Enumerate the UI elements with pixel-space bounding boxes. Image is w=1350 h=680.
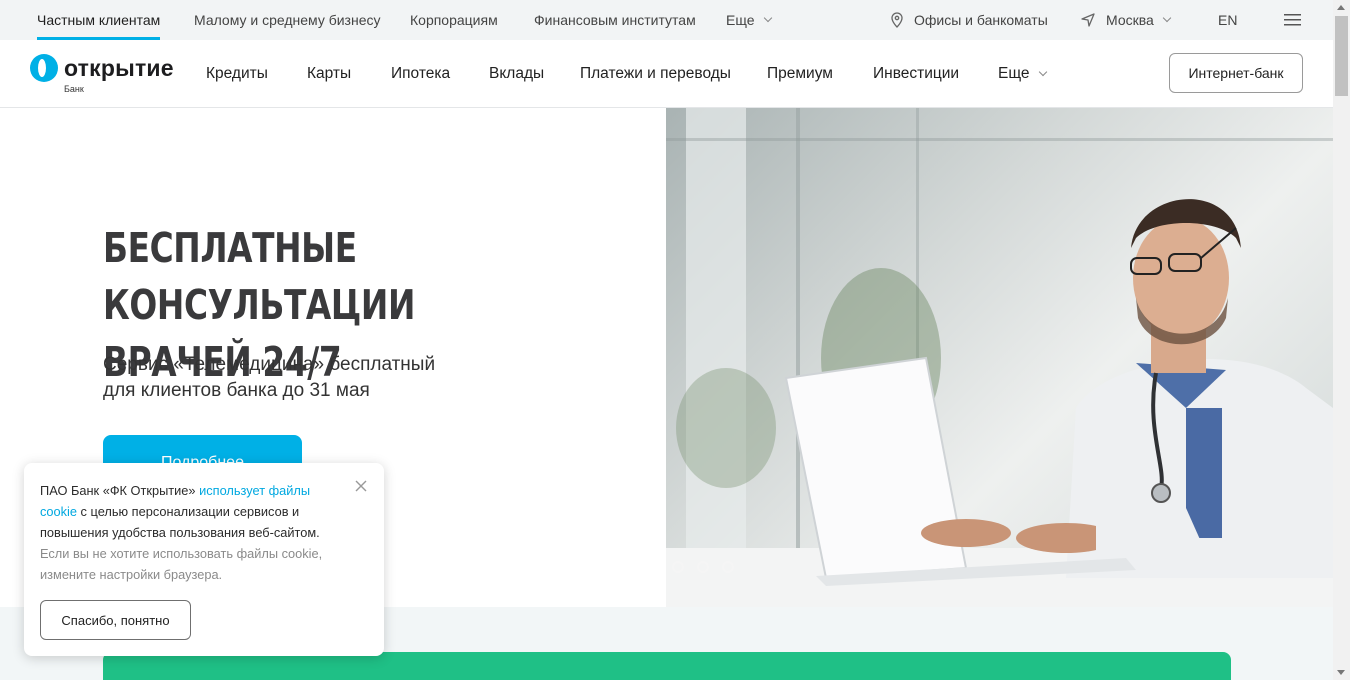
scroll-down-arrow-icon[interactable] (1337, 670, 1345, 675)
segment-label: Частным клиентам (37, 12, 161, 28)
internet-bank-button[interactable]: Интернет-банк (1169, 53, 1303, 93)
hero-subtitle-line-2: для клиентов банка до 31 мая (103, 380, 370, 401)
cookie-text-part-2: с целью персонализации сервисов и повыше… (40, 504, 320, 540)
offices-link[interactable]: Офисы и банкоматы (890, 0, 1048, 40)
doctor-illustration (666, 108, 1333, 608)
slider-dot-2[interactable] (697, 561, 709, 573)
scroll-up-arrow-icon[interactable] (1337, 5, 1345, 10)
chevron-down-icon (763, 13, 772, 23)
nav-premium[interactable]: Премиум (767, 40, 833, 108)
nav-label: Премиум (767, 65, 833, 82)
nav-label: Платежи и переводы (580, 65, 731, 82)
language-switch[interactable]: EN (1218, 0, 1237, 40)
hero-subtitle: Сервис «Телемедицина» бесплатный для кли… (103, 352, 523, 404)
nav-label: Инвестиции (873, 65, 960, 82)
slider-dot-3[interactable] (722, 561, 734, 573)
logo-mark-icon (30, 54, 58, 82)
logo-text: открытие (64, 55, 174, 81)
vertical-scrollbar[interactable] (1333, 0, 1350, 680)
nav-deposits[interactable]: Вклады (489, 40, 544, 108)
segment-more-dropdown[interactable]: Еще (726, 0, 772, 40)
nav-payments[interactable]: Платежи и переводы (580, 40, 731, 108)
cookie-banner: ПАО Банк «ФК Открытие» использует файлы … (24, 463, 384, 656)
segment-private-clients[interactable]: Частным клиентам (37, 0, 161, 40)
chevron-down-icon (1038, 67, 1047, 77)
segment-small-business[interactable]: Малому и среднему бизнесу (194, 0, 381, 40)
menu-button[interactable] (1284, 0, 1301, 40)
main-header: открытие Банк Кредиты Карты Ипотека Вкла… (0, 40, 1333, 108)
hamburger-icon (1284, 14, 1301, 26)
nav-label: Карты (307, 65, 352, 82)
hero-image-doctor (666, 108, 1333, 608)
promo-card-green (103, 652, 1231, 680)
segment-label: Малому и среднему бизнесу (194, 12, 381, 28)
scroll-thumb[interactable] (1335, 16, 1348, 96)
nav-label: Вклады (489, 65, 545, 82)
city-label: Москва (1106, 12, 1154, 28)
logo-subtitle: Банк (64, 84, 84, 94)
offices-label: Офисы и банкоматы (914, 12, 1048, 28)
slider-dot-1[interactable] (672, 561, 684, 573)
segment-label: Еще (726, 12, 755, 28)
cookie-accept-button[interactable]: Спасибо, понятно (40, 600, 191, 640)
segment-label: Финансовым институтам (534, 12, 696, 28)
logo[interactable]: открытие (30, 54, 174, 82)
nav-label: Кредиты (206, 65, 268, 82)
segment-label: Корпорациям (410, 12, 498, 28)
close-icon[interactable] (354, 479, 368, 493)
nav-credits[interactable]: Кредиты (206, 40, 268, 108)
nav-label: Ипотека (391, 65, 451, 82)
hero-subtitle-line-1: Сервис «Телемедицина» бесплатный (103, 354, 436, 375)
cookie-text-part-1: ПАО Банк «ФК Открытие» (40, 483, 200, 498)
cookie-muted-text: Если вы не хотите использовать файлы coo… (40, 546, 323, 582)
segment-financial-institutions[interactable]: Финансовым институтам (534, 0, 696, 40)
nav-cards[interactable]: Карты (307, 40, 351, 108)
nav-more-dropdown[interactable]: Еще (998, 40, 1047, 108)
cookie-text: ПАО Банк «ФК Открытие» использует файлы … (40, 480, 350, 585)
nav-mortgage[interactable]: Ипотека (391, 40, 450, 108)
language-label: EN (1218, 12, 1238, 28)
hero-title-line-1: БЕСПЛАТНЫЕ КОНСУЛЬТАЦИИ (103, 224, 416, 329)
navigation-arrow-icon (1081, 13, 1095, 27)
location-pin-icon (891, 12, 903, 28)
nav-investments[interactable]: Инвестиции (873, 40, 959, 108)
city-selector[interactable]: Москва (1080, 0, 1172, 40)
top-utility-bar: Частным клиентам Малому и среднему бизне… (0, 0, 1333, 40)
nav-label: Еще (998, 65, 1030, 82)
chevron-down-icon (1162, 13, 1172, 23)
segment-corporations[interactable]: Корпорациям (410, 0, 498, 40)
